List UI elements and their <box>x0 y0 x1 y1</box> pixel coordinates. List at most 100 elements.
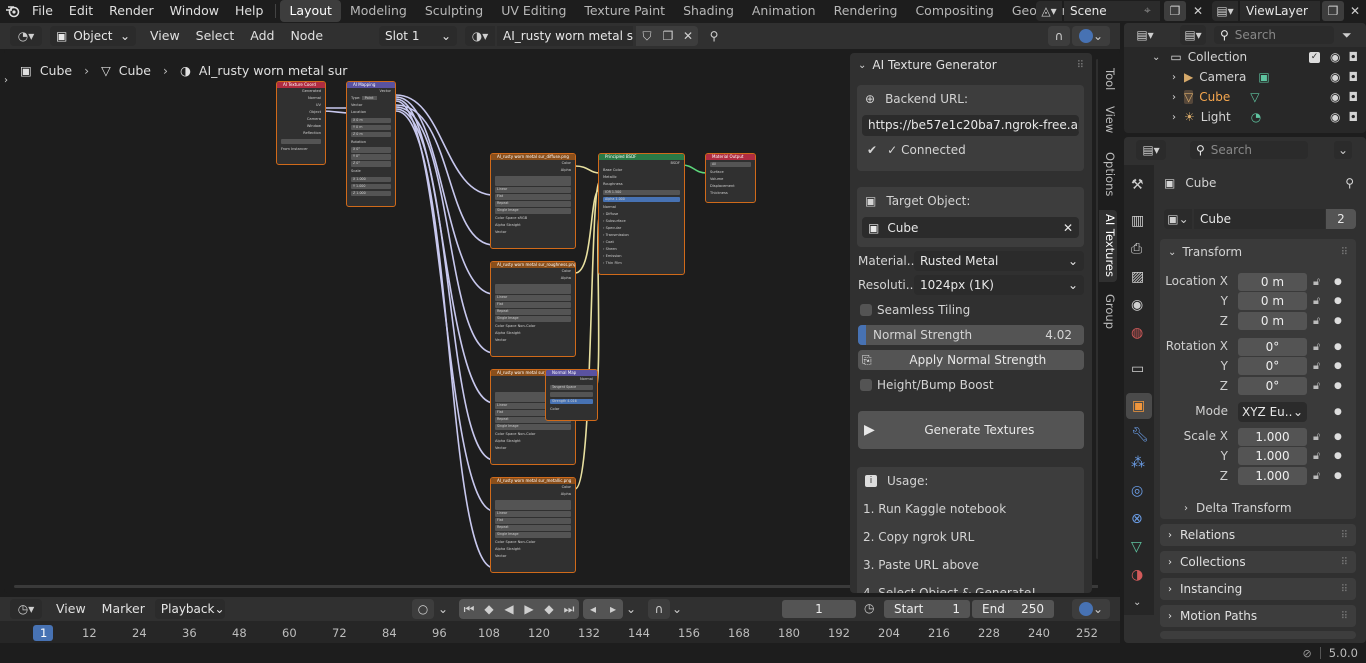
location-x-field[interactable]: 0 m <box>1238 273 1307 291</box>
keyframe-dot-icon[interactable]: ● <box>1334 277 1342 287</box>
record-icon[interactable]: ○ <box>412 599 434 619</box>
rotation-x-field[interactable]: 0° <box>1238 338 1307 356</box>
auto-key-icon[interactable]: ⌄ <box>436 599 450 619</box>
mode-select[interactable]: XYZ Eu... ⌄ <box>1238 402 1307 422</box>
target-object-field[interactable]: ▣ Cube ✕ <box>862 217 1079 238</box>
node-normal-map[interactable]: Normal Map Normal Tangent Space Strength… <box>545 369 598 421</box>
blender-logo-icon[interactable] <box>2 4 24 18</box>
camera-render-icon[interactable]: ◘ <box>1349 50 1359 64</box>
playback-menu[interactable]: Playback ⌄ <box>154 599 225 619</box>
world-icon[interactable]: ◍ <box>1131 325 1143 341</box>
prev-keyframe-icon[interactable]: ◆ <box>479 602 499 616</box>
lock-icon[interactable]: 🔓︎ <box>1313 430 1320 444</box>
timeline-menu-marker[interactable]: Marker <box>94 598 153 620</box>
unlink-material-icon[interactable]: ✕ <box>678 26 698 46</box>
clock-editor-icon[interactable]: ◷▾ <box>10 599 42 619</box>
data-icon[interactable]: ▽ <box>1131 539 1142 555</box>
scene-icon[interactable]: ◬▾ <box>1036 1 1062 21</box>
node-material-output[interactable]: Material Output All Surface Volume Displac… <box>705 153 756 203</box>
chevron-down-icon[interactable]: ⌄ <box>1334 141 1352 159</box>
motion-paths-panel[interactable]: › Motion Paths ⠿ <box>1160 605 1356 627</box>
location-y-field[interactable]: 0 m <box>1238 292 1307 310</box>
relations-panel[interactable]: › Relations ⠿ <box>1160 524 1356 546</box>
tab-modeling[interactable]: Modeling <box>341 0 416 22</box>
ne-menu-select[interactable]: Select <box>188 25 243 47</box>
lock-icon[interactable]: 🔓︎ <box>1313 359 1320 373</box>
lock-icon[interactable]: 🔓︎ <box>1313 469 1320 483</box>
play-reverse-icon[interactable]: ◀ <box>499 602 519 616</box>
fake-user-icon[interactable]: ⛉ <box>636 26 658 46</box>
remove-scene-icon[interactable]: ✕ <box>1189 1 1207 21</box>
height-boost-checkbox[interactable] <box>860 379 872 391</box>
camera-render-icon[interactable]: ◘ <box>1349 70 1359 84</box>
chevron-down-icon[interactable]: ⌄ <box>1133 597 1141 608</box>
resolution-select[interactable]: 1024px (1K) ⌄ <box>914 275 1084 295</box>
pin-icon[interactable]: ⚲ <box>705 26 723 46</box>
tab-tool[interactable]: Tool <box>1099 64 1117 94</box>
lock-icon[interactable]: 🔓︎ <box>1313 275 1320 289</box>
outliner-search[interactable]: ⚲ Search <box>1214 26 1334 44</box>
object-name-field[interactable]: Cube <box>1194 209 1325 229</box>
next-jump-icon[interactable]: ▸ <box>603 602 623 616</box>
generate-textures-button[interactable]: ▶ Generate Textures <box>858 411 1084 449</box>
clear-icon[interactable]: ✕ <box>1063 218 1073 238</box>
outliner-item-camera[interactable]: › ▶ Camera ▣ ◉ ◘ <box>1124 67 1366 87</box>
lock-icon[interactable]: 🔓︎ <box>1313 314 1320 328</box>
location-z-field[interactable]: 0 m <box>1238 312 1307 330</box>
tab-uv-editing[interactable]: UV Editing <box>492 0 575 22</box>
clock-icon[interactable]: ◷ <box>864 601 874 615</box>
node-mapping[interactable]: AI Mapping Vector Type: Point Vector Loc… <box>346 81 396 207</box>
constraints-icon[interactable]: ⊗ <box>1131 511 1143 527</box>
material-name-field[interactable]: AI_rusty worn metal sur <box>497 26 633 46</box>
keyframe-dot-icon[interactable]: ● <box>1334 407 1342 417</box>
current-frame-field[interactable]: 1 <box>782 600 856 618</box>
overlay-icon[interactable]: ⌄ <box>1072 599 1110 619</box>
transform-header[interactable]: ⌄ Transform ⠿ <box>1160 239 1356 265</box>
scale-z-field[interactable]: 1.000 <box>1238 467 1307 485</box>
properties-search[interactable]: ⚲ Search <box>1190 141 1308 159</box>
overlay-icon[interactable]: ⌄ <box>1072 26 1110 46</box>
chevron-down-icon[interactable]: ⌄ <box>626 602 636 616</box>
normal-strength-slider[interactable]: Normal Strength 4.02 <box>858 325 1084 345</box>
tab-animation[interactable]: Animation <box>743 0 825 22</box>
menu-render[interactable]: Render <box>101 0 162 22</box>
scene-pin-icon[interactable]: ⌖ <box>1144 3 1151 18</box>
lock-icon[interactable]: 🔓︎ <box>1313 449 1320 463</box>
node-image-roughness[interactable]: AI_rusty worn metal sur_roughness.png Co… <box>490 261 576 357</box>
menu-window[interactable]: Window <box>162 0 227 22</box>
tab-group[interactable]: Group <box>1099 294 1117 330</box>
object-data-icon[interactable]: ▣⌄ <box>1164 209 1192 229</box>
tab-shading[interactable]: Shading <box>674 0 743 22</box>
ne-menu-view[interactable]: View <box>142 25 188 47</box>
node-image-metallic[interactable]: AI_rusty worn metal sur_metallic.png Col… <box>490 477 576 573</box>
render-icon[interactable]: ▥ <box>1131 213 1144 229</box>
instancing-panel[interactable]: › Instancing ⠿ <box>1160 578 1356 600</box>
particles-icon[interactable]: ⁂ <box>1131 455 1145 471</box>
lock-icon[interactable]: 🔓︎ <box>1313 340 1320 354</box>
tab-sculpting[interactable]: Sculpting <box>416 0 492 22</box>
output-icon[interactable]: ⎙ <box>1131 241 1142 257</box>
properties-editor-icon[interactable]: ▤▾ <box>1136 140 1166 160</box>
lock-icon[interactable]: 🔓︎ <box>1313 379 1320 393</box>
material-browse-icon[interactable]: ◑▾ <box>465 26 495 46</box>
keyframe-dot-icon[interactable]: ● <box>1334 451 1342 461</box>
filter-icon[interactable]: ⏷ <box>1342 28 1352 43</box>
rotation-z-field[interactable]: 0° <box>1238 377 1307 395</box>
jump-end-icon[interactable]: ⏭ <box>559 602 579 617</box>
slot-select[interactable]: Slot 1 ⌄ <box>379 26 457 46</box>
ne-menu-add[interactable]: Add <box>242 25 282 47</box>
scale-x-field[interactable]: 1.000 <box>1238 428 1307 446</box>
tab-options[interactable]: Options <box>1099 150 1117 198</box>
outliner-collection-row[interactable]: ⌄ ▭ Collection ✓ ◉ ◘ <box>1124 47 1366 67</box>
node-image-diffuse[interactable]: AI_rusty worn metal sur_diffuse.png Colo… <box>490 153 576 249</box>
outliner-item-cube[interactable]: › ▽ Cube ▽ ◉ ◘ <box>1124 87 1366 107</box>
delta-transform-header[interactable]: › Delta Transform <box>1184 498 1292 518</box>
tab-rendering[interactable]: Rendering <box>825 0 907 22</box>
menu-help[interactable]: Help <box>227 0 272 22</box>
tab-compositing[interactable]: Compositing <box>906 0 1002 22</box>
node-principled-bsdf[interactable]: Principled BSDF BSDF Base Color Metallic R… <box>598 153 685 275</box>
rotation-y-field[interactable]: 0° <box>1238 357 1307 375</box>
keying-icon[interactable]: ∩ <box>648 599 670 619</box>
prev-jump-icon[interactable]: ◂ <box>583 602 603 616</box>
filter-mode-icon[interactable]: ▤▾ <box>1180 25 1206 45</box>
